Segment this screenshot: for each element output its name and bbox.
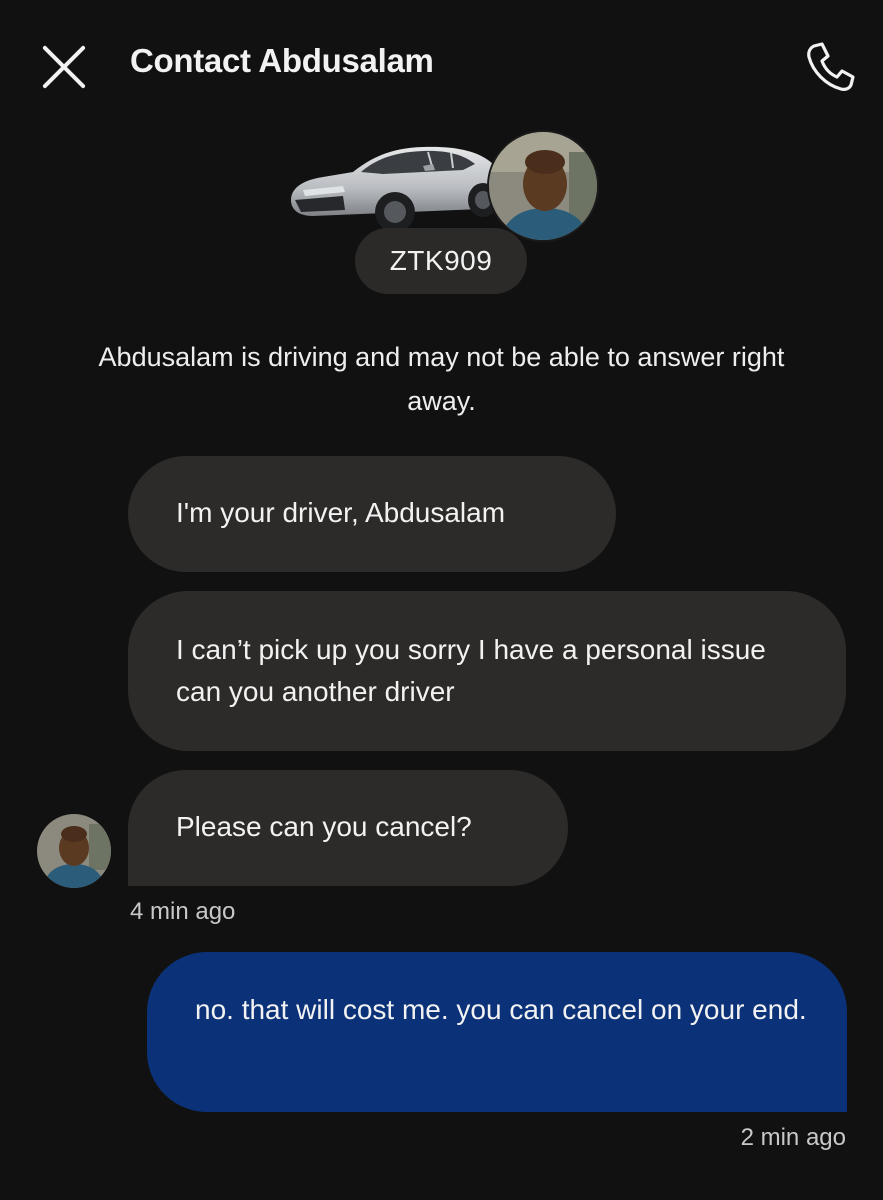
phone-icon[interactable] [800,40,856,92]
message-timestamp: 2 min ago [740,1124,846,1151]
message-text: I can’t pick up you sorry I have a perso… [176,634,766,707]
license-plate-badge: ZTK909 [355,228,527,294]
message-text: I'm your driver, Abdusalam [176,497,506,528]
message-bubble-outgoing: no. that will cost me. you can cancel on… [147,952,847,1112]
message-text: Please can you cancel? [176,811,472,842]
driving-notice: Abdusalam is driving and may not be able… [98,342,785,416]
message-bubble-incoming: I'm your driver, Abdusalam [128,456,616,572]
driver-vehicle-section: ZTK909 [0,120,883,305]
message-timestamp: 4 min ago [130,898,236,925]
message-text: no. that will cost me. you can cancel on… [195,994,807,1025]
message-bubble-incoming: Please can you cancel? [128,770,568,886]
driver-avatar [487,130,599,242]
driver-avatar-small [37,814,111,888]
message-bubble-incoming: I can’t pick up you sorry I have a perso… [128,591,846,751]
header: Contact Abdusalam [0,0,883,130]
close-icon[interactable] [38,42,90,90]
car-image [283,130,513,240]
page-title: Contact Abdusalam [130,42,434,79]
